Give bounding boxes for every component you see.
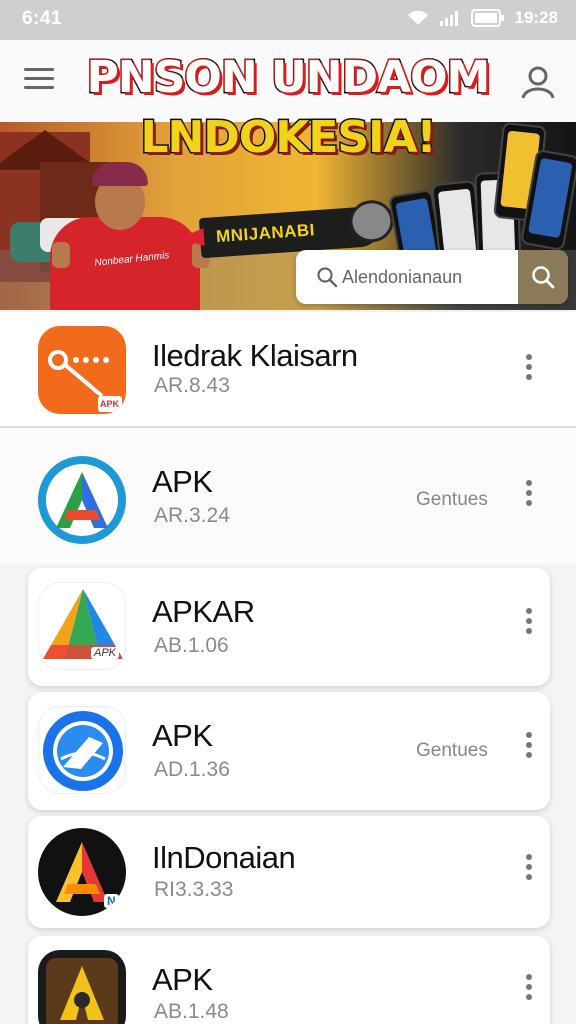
status-bar: 6:41 19:28 bbox=[0, 0, 576, 40]
more-options-icon[interactable] bbox=[524, 354, 534, 384]
app-version: RI3.3.33 bbox=[154, 878, 234, 901]
app-list-item[interactable]: APK AR.3.24 Gentues bbox=[0, 428, 576, 564]
headline-subtitle: LNDOKESIA! bbox=[139, 111, 438, 165]
person-cap bbox=[92, 162, 148, 186]
status-time: 6:41 bbox=[22, 8, 63, 29]
app-version: AR.8.43 bbox=[154, 374, 230, 397]
app-icon-blue-circle bbox=[38, 706, 126, 794]
app-version: AB.1.06 bbox=[154, 634, 229, 657]
app-name: APK bbox=[152, 962, 213, 997]
app-icon-badge: APK bbox=[100, 399, 120, 409]
status-icons: 19:28 bbox=[407, 8, 558, 28]
status-clock: 19:28 bbox=[514, 8, 558, 27]
app-icon-badge: APK bbox=[91, 647, 120, 659]
app-screen: 6:41 19:28 Nonbear Hanmis MNIJANABI PNSO… bbox=[0, 0, 576, 1024]
app-icon-apkar: APK bbox=[38, 582, 126, 670]
more-options-icon[interactable] bbox=[524, 854, 534, 884]
search-input[interactable] bbox=[296, 250, 518, 304]
app-card[interactable]: N IlnDonaian RI3.3.33 bbox=[28, 816, 550, 928]
more-options-icon[interactable] bbox=[524, 732, 534, 762]
app-version: AR.3.24 bbox=[154, 504, 230, 527]
search-bar bbox=[296, 250, 568, 304]
app-card[interactable]: APK AB.1.48 bbox=[28, 936, 550, 1024]
app-card[interactable]: APK APKAR AB.1.06 bbox=[28, 568, 550, 686]
app-version: AB.1.48 bbox=[154, 1000, 229, 1023]
more-options-icon[interactable] bbox=[524, 608, 534, 638]
more-options-icon[interactable] bbox=[524, 974, 534, 1004]
thumb-left bbox=[52, 242, 70, 268]
app-icon-badge: N bbox=[104, 894, 119, 908]
app-name: APK bbox=[152, 718, 213, 753]
wifi-icon bbox=[407, 10, 429, 26]
battery-icon bbox=[470, 9, 505, 27]
app-genre: Gentues bbox=[416, 489, 488, 510]
app-version: AD.1.36 bbox=[154, 758, 230, 781]
bird-badge-text: MNIJANABI bbox=[215, 220, 316, 247]
signal-icon bbox=[439, 10, 461, 26]
app-name: APK bbox=[152, 464, 213, 499]
app-icon-orange: APK bbox=[38, 326, 126, 414]
more-options-icon[interactable] bbox=[524, 480, 534, 510]
bird-icon bbox=[348, 198, 395, 244]
app-name: Iledrak Klaisarn bbox=[152, 338, 358, 373]
app-name: APKAR bbox=[152, 594, 255, 629]
app-icon-apk-blue bbox=[38, 456, 126, 544]
app-name: IlnDonaian bbox=[152, 840, 296, 875]
app-card[interactable]: APK AD.1.36 Gentues bbox=[28, 692, 550, 810]
app-list-item[interactable]: APK Iledrak Klaisarn AR.8.43 bbox=[0, 312, 576, 426]
app-genre: Gentues bbox=[416, 740, 488, 761]
search-button[interactable] bbox=[518, 250, 568, 304]
app-icon-indonesian: N bbox=[38, 828, 126, 916]
headline-title: PNSON UNDAOM bbox=[85, 51, 492, 105]
app-icon-game bbox=[38, 950, 126, 1024]
